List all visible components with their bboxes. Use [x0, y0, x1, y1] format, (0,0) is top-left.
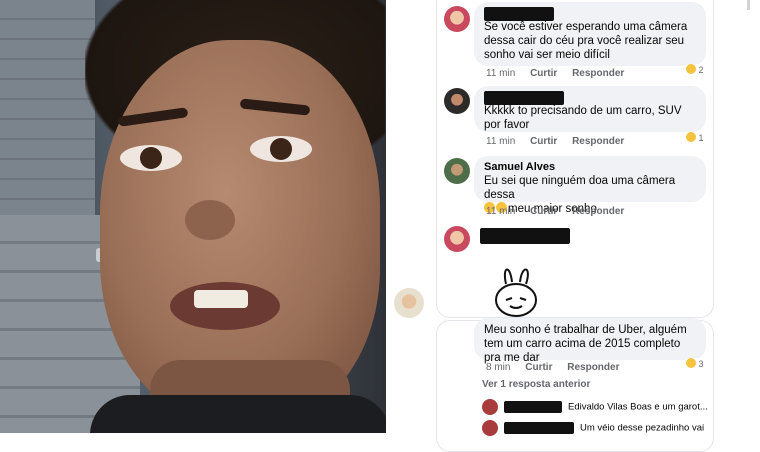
like-button[interactable]: Curtir [525, 362, 552, 373]
comment-text: Se você estiver esperando uma câmera des… [484, 21, 688, 61]
avatar[interactable] [482, 420, 498, 436]
reply-button[interactable]: Responder [572, 136, 624, 147]
comment-actions: 11 min Curtir Responder [486, 68, 636, 79]
haha-reaction-icon [686, 132, 696, 142]
right-eye [250, 136, 312, 162]
comment-actions: 8 min Curtir Responder [486, 362, 631, 373]
avatar[interactable] [444, 6, 470, 32]
right-eyebrow [239, 98, 311, 116]
avatar[interactable] [444, 158, 470, 184]
left-eyebrow [117, 107, 189, 127]
avatar[interactable] [444, 226, 470, 252]
scrollbar[interactable] [747, 0, 750, 10]
comment-bubble: Kkkkk to precisando de um carro, SUV por… [474, 86, 706, 132]
comment-bubble: Se você estiver esperando uma câmera des… [474, 2, 706, 66]
comment-text: Kkkkk to precisando de um carro, SUV por… [484, 105, 682, 131]
comments-panel[interactable]: Se você estiver esperando uma câmera des… [386, 0, 760, 452]
reply-button[interactable]: Responder [567, 362, 619, 373]
like-button[interactable]: Curtir [530, 68, 557, 79]
person-nose [185, 200, 235, 240]
comment-text: Meu sonho é trabalhar de Uber, alguém te… [484, 324, 687, 364]
comment-bubble: Samuel Alves Eu sei que ninguém doa uma … [474, 156, 706, 215]
reply-item[interactable]: Edivaldo Vilas Boas e um garot... [482, 399, 708, 415]
comment-time[interactable]: 11 min [486, 136, 515, 147]
reaction-count[interactable]: 2 [684, 64, 706, 75]
avatar[interactable] [394, 288, 424, 318]
comment-time[interactable]: 8 min [486, 362, 510, 373]
haha-reaction-icon [686, 358, 696, 368]
comment-author[interactable] [480, 228, 570, 249]
sticker-rabbit-icon [495, 268, 537, 317]
person-mouth [170, 282, 280, 330]
haha-reaction-icon [686, 64, 696, 74]
comment-actions: 11 min Curtir Responder [486, 136, 636, 147]
left-eye [120, 145, 182, 171]
comment-bubble: Meu sonho é trabalhar de Uber, alguém te… [474, 318, 706, 364]
comment-actions: 11 min Curtir Responder [486, 206, 636, 217]
video-frame [0, 0, 386, 433]
avatar[interactable] [482, 399, 498, 415]
comment-time[interactable]: 11 min [486, 206, 515, 217]
comment-time[interactable]: 11 min [486, 68, 515, 79]
comment-author[interactable] [484, 91, 696, 105]
reply-item[interactable]: Um véio desse pezadinho vai [482, 420, 704, 436]
reply-button[interactable]: Responder [572, 68, 624, 79]
reaction-count[interactable]: 1 [684, 132, 706, 143]
like-button[interactable]: Curtir [530, 206, 557, 217]
reaction-count[interactable]: 3 [684, 358, 706, 369]
comment-author[interactable]: Samuel Alves [484, 161, 696, 174]
view-previous-replies[interactable]: Ver 1 resposta anterior [482, 379, 590, 390]
person-shirt [90, 395, 386, 433]
like-button[interactable]: Curtir [530, 136, 557, 147]
avatar[interactable] [444, 88, 470, 114]
reply-button[interactable]: Responder [572, 206, 624, 217]
comment-author[interactable] [484, 7, 696, 21]
